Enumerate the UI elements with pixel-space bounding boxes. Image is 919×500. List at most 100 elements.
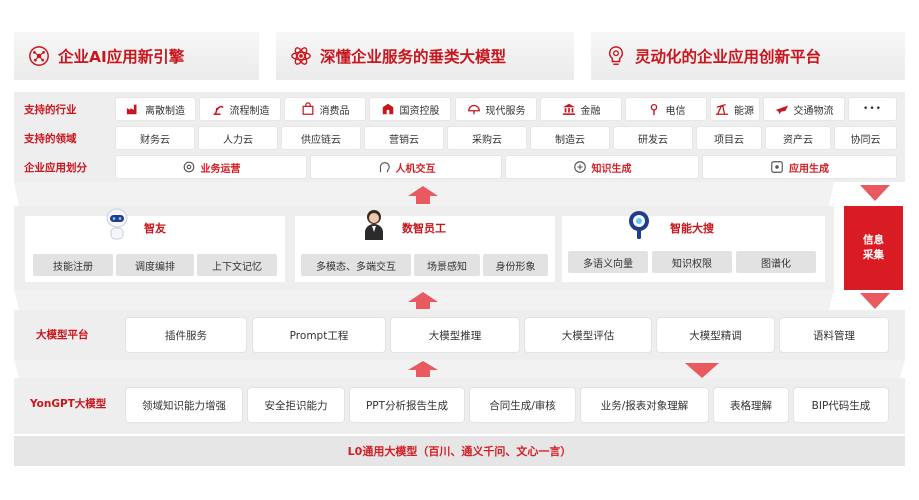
building-icon [382,103,393,115]
industry-chip[interactable]: 交通物流 [764,98,844,120]
more-icon: ••• [863,104,882,114]
industry-label: 离散制造 [145,105,185,117]
base-model-panel: L0通用大模型（百川、通义千问、文心一言） [14,436,905,466]
industry-chip[interactable]: 离散制造 [116,98,195,120]
yongpt-label: YonGPT大模型 [30,398,107,410]
division-label: 业务运营 [200,163,241,175]
funnel-connector [14,360,905,378]
head-chat-icon [379,162,390,173]
industry-label: 交通物流 [793,105,834,117]
domain-label: 制造云 [555,134,585,146]
industry-chip[interactable]: 能源 [711,98,759,120]
service-icon [467,104,480,115]
domain-chip[interactable]: 财务云 [116,127,194,149]
factory-icon [126,104,137,115]
app-gear-icon [771,161,783,173]
industry-label: 国资控股 [399,105,440,117]
platform-item[interactable]: 大模型推理 [391,318,519,352]
app-division-label: 企业应用划分 [24,162,87,174]
industry-chip[interactable]: 国资控股 [370,98,450,120]
industry-chip[interactable]: 金融 [541,98,621,120]
banner-label: 企业AI应用新引擎 [58,48,185,66]
industry-label: 能源 [734,105,754,117]
info-collection-box[interactable]: 信息 采集 [844,206,903,290]
platform-item[interactable]: 大模型精调 [657,318,774,352]
yongpt-item[interactable]: BIP代码生成 [794,388,888,422]
yongpt-item[interactable]: 表格理解 [714,388,788,422]
domain-chip[interactable]: 制造云 [531,127,609,149]
feature-button[interactable]: 多语义向量 [568,251,648,273]
yongpt-item[interactable]: 领域知识能力增强 [126,388,242,422]
domain-chip[interactable]: 资产云 [766,127,830,149]
domain-chip[interactable]: 采购云 [448,127,526,149]
digital-employee-avatar-icon [365,210,383,240]
gears-icon [183,161,194,173]
industry-chip[interactable]: 流程制造 [200,98,280,120]
up-arrow-icon [408,186,438,204]
feature-button[interactable]: 知识权限 [652,251,732,273]
feature-button[interactable]: 上下文记忆 [197,254,277,276]
platform-label: 大模型平台 [36,329,89,341]
feature-button[interactable]: 多模态、多端交互 [301,254,411,276]
division-chip[interactable]: 人机交互 [311,156,501,178]
division-label: 知识生成 [591,163,632,175]
yongpt-item[interactable]: 业务/报表对象理解 [581,388,708,422]
domain-label: 协同云 [850,134,881,146]
assistant-title: 数智员工 [402,222,446,235]
feature-button[interactable]: 身份形象 [483,254,548,276]
base-model-label: L0通用大模型（百川、通义千问、文心一言） [347,445,572,458]
division-chip[interactable]: 业务运营 [116,156,306,178]
domain-label: 资产云 [783,134,813,146]
up-arrow-icon [408,292,438,309]
division-chip[interactable]: 知识生成 [506,156,698,178]
info-box-line: 信息 [863,234,884,246]
assistant-title: 智友 [144,222,166,235]
domain-chip[interactable]: 研发云 [614,127,692,149]
industry-chip[interactable]: 消费品 [285,98,365,120]
platform-item[interactable]: 大模型评估 [525,318,651,352]
platform-item[interactable]: 语料管理 [780,318,888,352]
banner-label: 灵动化的企业应用创新平台 [635,48,822,66]
industry-label: 消费品 [319,105,350,117]
industry-chip-more[interactable]: ••• [849,98,896,120]
domain-label: 项目云 [714,134,744,146]
industries-label: 支持的行业 [24,104,77,116]
robot-avatar-icon [106,208,128,240]
yongpt-item[interactable]: PPT分析报告生成 [350,388,464,422]
banner-vertical-model: 深懂企业服务的垂类大模型 [276,32,574,80]
banner-ai-engine: 企业AI应用新引擎 [14,32,259,80]
up-arrow-icon [408,361,438,377]
platform-item[interactable]: 插件服务 [126,318,246,352]
yongpt-item[interactable]: 安全拒识能力 [248,388,344,422]
division-chip[interactable]: 应用生成 [703,156,896,178]
industry-label: 现代服务 [485,105,526,117]
feature-button[interactable]: 图谱化 [736,251,816,273]
yongpt-item[interactable]: 合同生成/审核 [470,388,575,422]
industry-chip[interactable]: 电信 [626,98,706,120]
down-arrow-icon [685,363,719,378]
industry-label: 电信 [665,105,686,117]
banner-label: 深懂企业服务的垂类大模型 [320,48,507,66]
search-lens-avatar-icon [629,211,649,239]
industry-chip[interactable]: 现代服务 [456,98,536,120]
lightbulb-gear-icon [608,46,624,65]
atom-icon [291,47,311,65]
industry-label: 流程制造 [229,105,270,117]
brain-icon [573,161,586,173]
feature-button[interactable]: 调度编排 [116,254,194,276]
domains-label: 支持的领域 [24,133,77,145]
domain-chip[interactable]: 协同云 [835,127,896,149]
down-arrow-icon [860,293,890,309]
signal-tower-icon [650,103,657,116]
ai-network-icon [29,46,49,66]
domain-chip[interactable]: 人力云 [199,127,277,149]
domain-chip[interactable]: 供应链云 [282,127,360,149]
banner-innovation-platform: 灵动化的企业应用创新平台 [591,32,905,80]
domain-chip[interactable]: 项目云 [697,127,761,149]
bank-icon [562,103,575,115]
feature-button[interactable]: 场景感知 [414,254,480,276]
domain-chip[interactable]: 营销云 [365,127,443,149]
shopping-bag-icon [302,102,313,115]
feature-button[interactable]: 技能注册 [33,254,113,276]
platform-item[interactable]: Prompt工程 [253,318,385,352]
